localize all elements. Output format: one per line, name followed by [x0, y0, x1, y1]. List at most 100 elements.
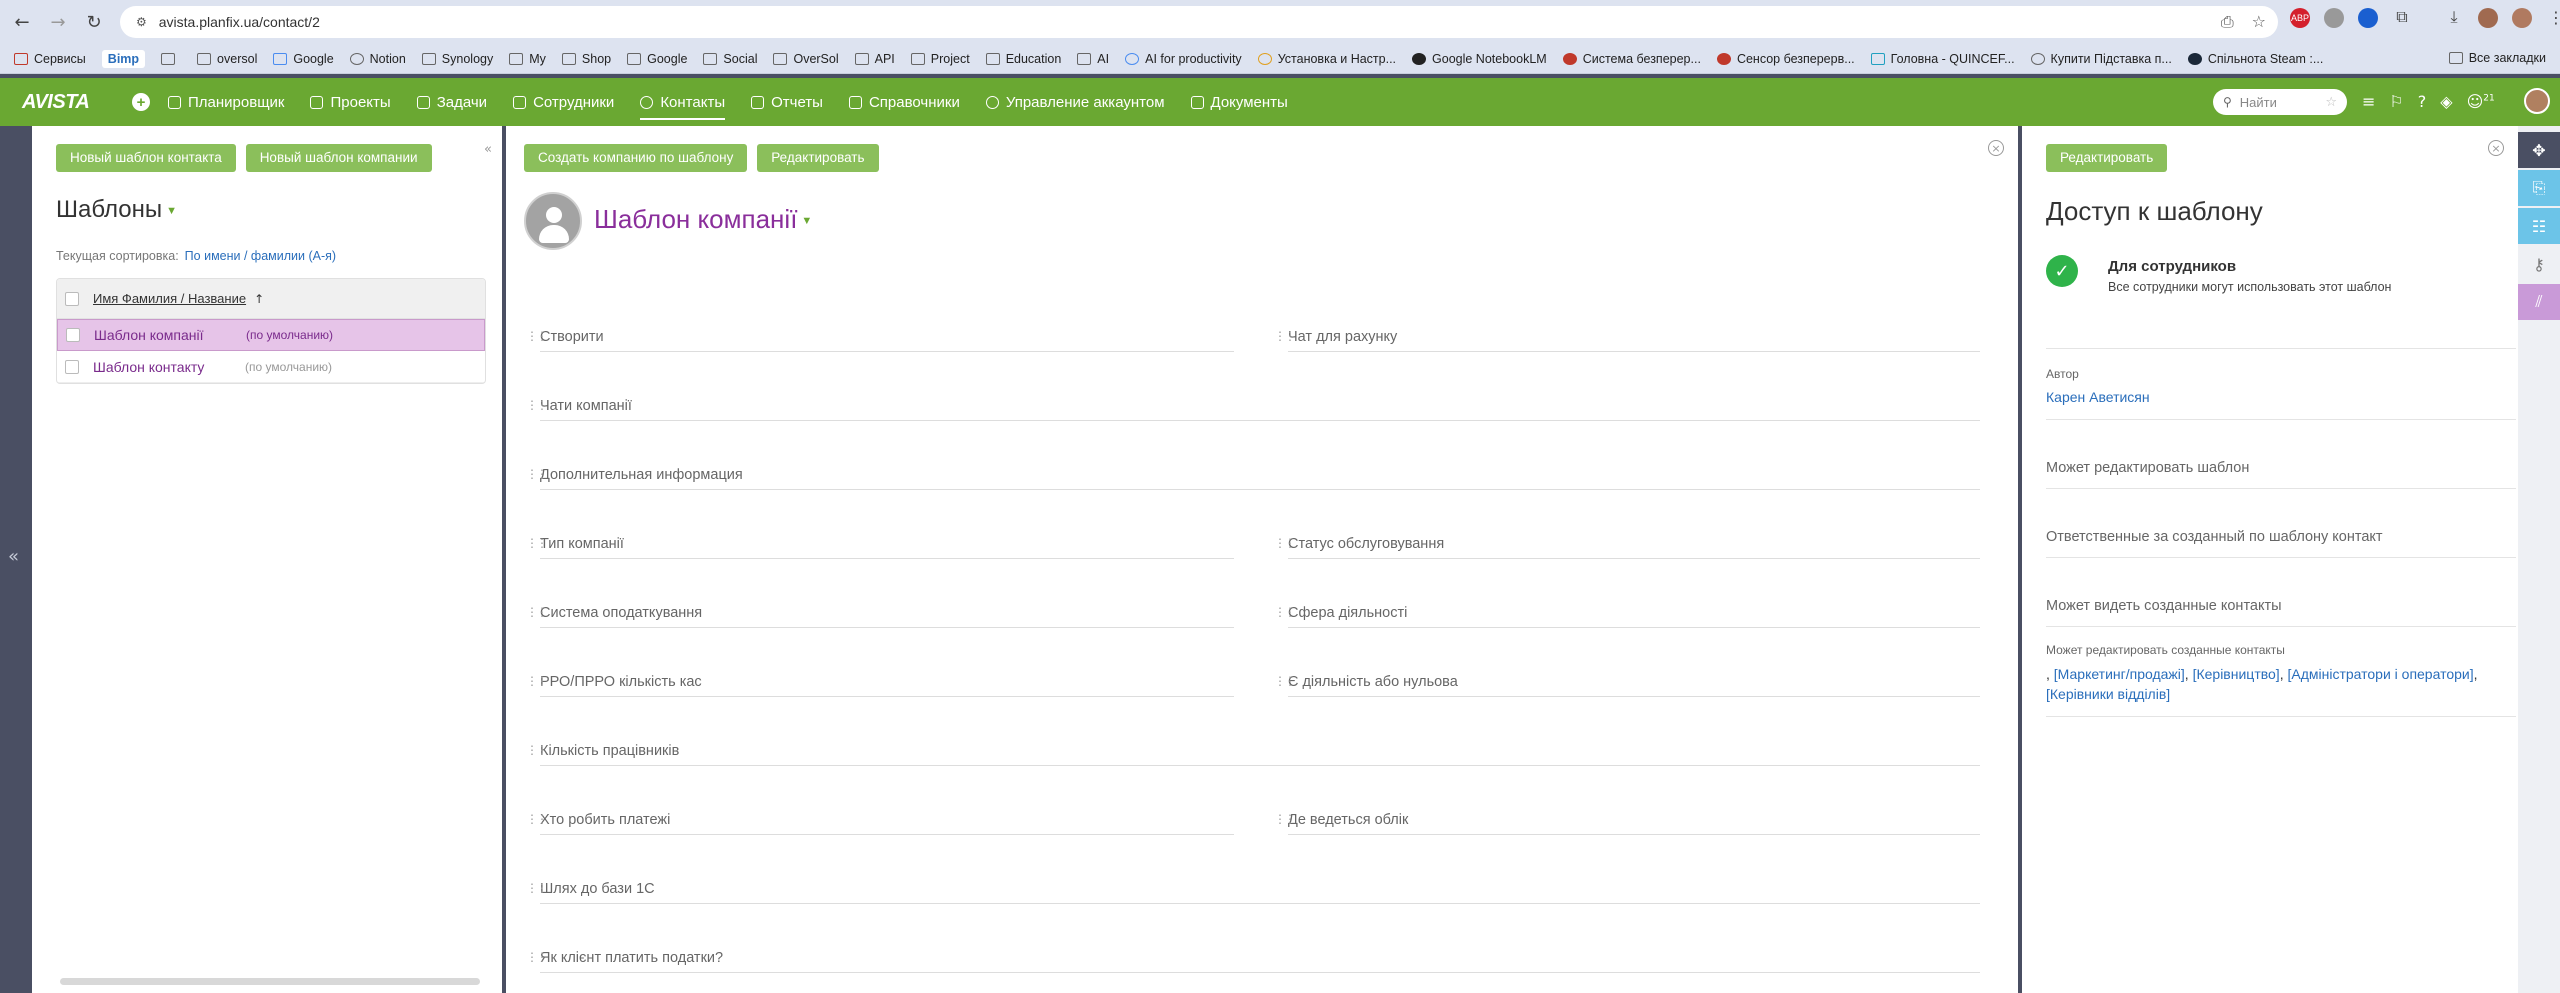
- nav-planner[interactable]: Планировщик: [168, 78, 284, 126]
- bookmark-item[interactable]: Bimp: [101, 49, 146, 68]
- bookmark-item[interactable]: Установка и Настр...: [1257, 52, 1396, 66]
- drag-handle-icon[interactable]: ⋮⋮: [526, 536, 548, 550]
- pin-icon[interactable]: ⚐: [2389, 92, 2403, 111]
- drag-handle-icon[interactable]: ⋮⋮: [526, 605, 548, 619]
- group-link[interactable]: [Керівництво]: [2193, 666, 2280, 682]
- bookmark-folder[interactable]: My: [509, 52, 546, 66]
- bookmark-folder[interactable]: API: [854, 52, 895, 66]
- bookmark-item[interactable]: oversol: [197, 52, 257, 66]
- new-contact-template-button[interactable]: Новый шаблон контакта: [56, 144, 236, 172]
- expand-sidebar-icon[interactable]: «: [8, 546, 19, 567]
- copy-icon[interactable]: ⎘: [2518, 170, 2560, 206]
- template-title[interactable]: Шаблон компанії ▼: [594, 204, 812, 235]
- install-icon[interactable]: ⎙: [2221, 12, 2234, 32]
- nav-projects[interactable]: Проекты: [310, 78, 391, 126]
- analytics-icon[interactable]: ⫽: [2518, 284, 2560, 320]
- bookmark-item[interactable]: Notion: [349, 52, 406, 66]
- close-icon[interactable]: ×: [1988, 140, 2004, 156]
- bookmark-star-icon[interactable]: ☆: [2252, 12, 2266, 32]
- drag-handle-icon[interactable]: ⋮⋮: [526, 881, 548, 895]
- shield-icon[interactable]: [2358, 8, 2378, 28]
- bookmark-item[interactable]: Google NotebookLM: [1412, 52, 1547, 66]
- bookmark-item[interactable]: Сервисы: [14, 52, 86, 66]
- drag-handle-icon[interactable]: ⋮⋮: [526, 467, 548, 481]
- close-icon[interactable]: ×: [2488, 140, 2504, 156]
- template-field[interactable]: ⋮⋮ Тип компанії: [526, 529, 1234, 559]
- help-icon[interactable]: ?: [2418, 92, 2427, 111]
- extension-icon[interactable]: [2324, 8, 2344, 28]
- edit-button[interactable]: Редактировать: [757, 144, 879, 172]
- bookmark-folder[interactable]: Social: [703, 52, 757, 66]
- new-company-template-button[interactable]: Новый шаблон компании: [245, 144, 432, 172]
- template-field[interactable]: ⋮⋮ Система оподаткування: [526, 598, 1234, 628]
- layers-icon[interactable]: ◈: [2440, 92, 2452, 111]
- template-field[interactable]: ⋮⋮ Хто робить платежі: [526, 805, 1234, 835]
- avista-logo[interactable]: AVISTA: [22, 91, 132, 114]
- table-row[interactable]: Шаблон компанії (по умолчанию): [57, 319, 485, 351]
- nav-account[interactable]: Управление аккаунтом: [985, 78, 1165, 126]
- template-field[interactable]: ⋮⋮ РРО/ПРРО кількість кас: [526, 667, 1234, 697]
- extensions-puzzle-icon[interactable]: ⧉: [2392, 8, 2412, 28]
- nav-directories[interactable]: Справочники: [848, 78, 960, 126]
- all-bookmarks[interactable]: Все закладки: [2448, 51, 2546, 65]
- app-search-input[interactable]: ⚲ Найти ☆: [2213, 89, 2347, 115]
- template-field[interactable]: ⋮⋮ Як клієнт платить податки?: [526, 943, 1980, 973]
- can-edit-template-field[interactable]: Может редактировать шаблон: [2046, 460, 2249, 476]
- sort-link[interactable]: По имени / фамилии (А-я): [185, 249, 336, 263]
- group-link[interactable]: [Керівники відділів]: [2046, 686, 2170, 702]
- bookmark-item[interactable]: AI for productivity: [1125, 52, 1242, 66]
- avatar[interactable]: [2524, 88, 2550, 114]
- profile-avatar-icon[interactable]: [2512, 8, 2532, 28]
- browser-menu-icon[interactable]: ⋮: [2546, 8, 2560, 28]
- bookmark-folder[interactable]: Shop: [561, 52, 611, 66]
- download-icon[interactable]: ⤓: [2444, 8, 2464, 28]
- back-icon[interactable]: ←: [8, 8, 36, 36]
- drag-handle-icon[interactable]: ⋮⋮: [526, 743, 548, 757]
- select-all-checkbox[interactable]: [65, 291, 79, 306]
- group-link[interactable]: [Адміністратори і оператори]: [2287, 666, 2473, 682]
- site-info-icon[interactable]: ⚙: [136, 15, 147, 29]
- bookmark-item[interactable]: Спільнота Steam :...: [2187, 52, 2323, 66]
- drag-handle-icon[interactable]: ⋮⋮: [1274, 674, 1296, 688]
- template-field[interactable]: ⋮⋮ Сфера діяльності: [1274, 598, 1980, 628]
- drag-handle-icon[interactable]: ⋮⋮: [526, 812, 548, 826]
- clipboard-icon[interactable]: ☷: [2518, 208, 2560, 244]
- drag-handle-icon[interactable]: ⋮⋮: [526, 674, 548, 688]
- edit-access-button[interactable]: Редактировать: [2046, 144, 2168, 172]
- bookmark-item[interactable]: Система безперер...: [1562, 52, 1701, 66]
- template-field[interactable]: ⋮⋮ Де ведеться облік: [1274, 805, 1980, 835]
- star-icon[interactable]: ☆: [2325, 95, 2337, 110]
- page-title[interactable]: Шаблоны ▼: [56, 196, 177, 224]
- bookmark-folder[interactable]: AI: [1077, 52, 1109, 66]
- bookmark-item[interactable]: Купити Підставка п...: [2030, 52, 2172, 66]
- author-link[interactable]: Карен Аветисян: [2046, 389, 2150, 405]
- drag-handle-icon[interactable]: ⋮⋮: [1274, 536, 1296, 550]
- template-field[interactable]: ⋮⋮ Статус обслуговування: [1274, 529, 1980, 559]
- nav-contacts[interactable]: Контакты: [640, 78, 725, 126]
- bookmark-folder[interactable]: Google: [627, 52, 687, 66]
- reload-icon[interactable]: ↻: [80, 8, 108, 36]
- row-checkbox[interactable]: [65, 359, 79, 374]
- adblock-icon[interactable]: ABP: [2290, 8, 2310, 28]
- template-field[interactable]: ⋮⋮ Є діяльність або нульова: [1274, 667, 1980, 697]
- bookmark-item[interactable]: Головна - QUINCEF...: [1870, 52, 2015, 66]
- profile-avatar-icon[interactable]: [2478, 8, 2498, 28]
- drag-handle-icon[interactable]: ⋮⋮: [1274, 605, 1296, 619]
- add-icon[interactable]: +: [132, 93, 150, 111]
- row-checkbox[interactable]: [66, 328, 80, 342]
- collapse-panel-icon[interactable]: «: [484, 142, 492, 157]
- bookmark-item[interactable]: [161, 52, 181, 65]
- key-icon[interactable]: ⚷: [2518, 246, 2560, 282]
- drag-handle-icon[interactable]: ⋮⋮: [526, 950, 548, 964]
- responsible-field[interactable]: Ответственные за созданный по шаблону ко…: [2046, 529, 2383, 545]
- drag-handle-icon[interactable]: ⋮⋮: [1274, 329, 1296, 343]
- bookmark-folder[interactable]: Project: [910, 52, 970, 66]
- column-name-header[interactable]: Имя Фамилия / Название: [93, 291, 246, 306]
- template-field[interactable]: ⋮⋮ Шлях до бази 1С: [526, 874, 1980, 904]
- bookmark-item[interactable]: Сенсор безперерв...: [1716, 52, 1855, 66]
- horizontal-scrollbar[interactable]: [60, 978, 480, 985]
- template-name[interactable]: Шаблон компанії: [94, 327, 246, 343]
- drag-handle-icon[interactable]: ⋮⋮: [1274, 812, 1296, 826]
- template-field[interactable]: ⋮⋮ Кількість працівників: [526, 736, 1980, 766]
- user-notifications-icon[interactable]: ☺21: [2467, 92, 2495, 111]
